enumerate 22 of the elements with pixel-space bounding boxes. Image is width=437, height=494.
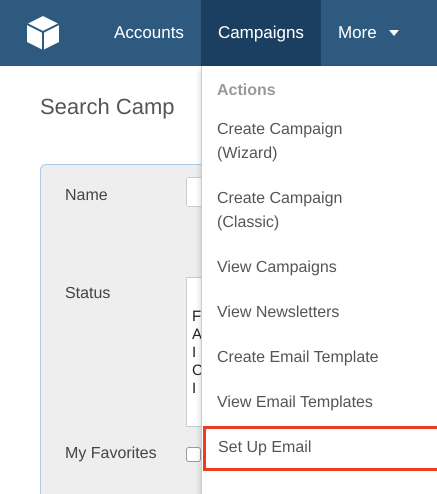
- field-label: My Favorites: [64, 445, 158, 463]
- favorites-checkbox[interactable]: [186, 447, 201, 462]
- page-title: Search Camp: [40, 94, 176, 121]
- field-label: Name: [64, 187, 109, 205]
- caret-icon: [388, 30, 399, 36]
- cube-logo-icon[interactable]: [24, 14, 62, 52]
- list-option[interactable]: I: [192, 344, 201, 362]
- list-option[interactable]: I: [192, 380, 201, 398]
- menu-item[interactable]: View Newsletters: [202, 291, 437, 336]
- field-label: Status: [64, 285, 112, 303]
- menu-item[interactable]: View Campaigns: [202, 246, 437, 291]
- nav-tab[interactable]: Accounts: [97, 0, 201, 66]
- menu-item[interactable]: Create Email Template: [202, 336, 437, 381]
- menu-header: Actions: [216, 81, 277, 101]
- nav-tab[interactable]: More: [320, 0, 416, 66]
- menu-item[interactable]: Set Up Email: [203, 426, 437, 471]
- menu-item[interactable]: Create Campaign (Classic): [202, 177, 437, 246]
- nav-tab[interactable]: Campaigns: [200, 0, 321, 66]
- list-option[interactable]: A: [192, 326, 201, 344]
- list-option[interactable]: F: [192, 308, 201, 326]
- menu-item[interactable]: View Email Templates: [202, 381, 437, 426]
- menu-item[interactable]: Create Campaign (Wizard): [202, 108, 437, 177]
